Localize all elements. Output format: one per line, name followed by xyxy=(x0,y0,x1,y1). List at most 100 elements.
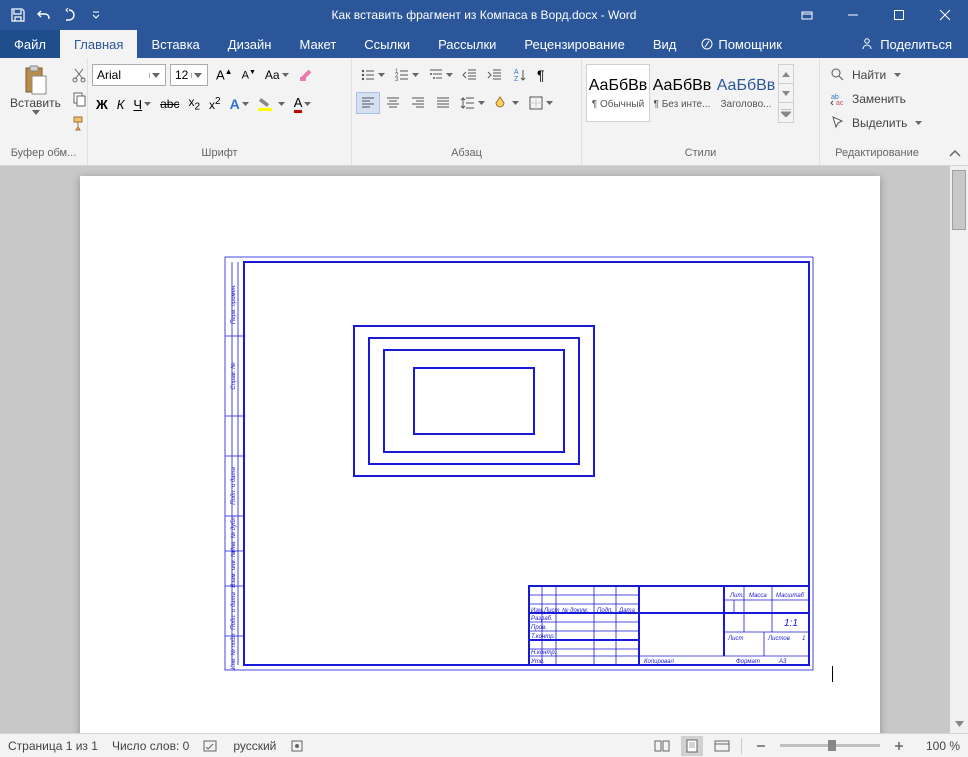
web-layout-button[interactable] xyxy=(711,736,733,756)
borders-button[interactable] xyxy=(524,92,557,114)
shading-button[interactable] xyxy=(490,92,523,114)
italic-button[interactable]: К xyxy=(113,94,129,115)
align-left-button[interactable] xyxy=(356,92,380,114)
maximize-button[interactable] xyxy=(876,0,922,30)
style-no-spacing[interactable]: АаБбВв¶ Без инте... xyxy=(650,64,714,122)
svg-text:Масштаб: Масштаб xyxy=(776,593,805,599)
subscript-button[interactable]: x2 xyxy=(184,92,204,115)
shrink-font-button[interactable]: A▼ xyxy=(238,66,260,85)
font-name-combo[interactable]: Arial xyxy=(92,64,166,86)
scroll-down-button[interactable] xyxy=(950,715,968,733)
svg-text:Изм.: Изм. xyxy=(531,608,544,614)
align-right-button[interactable] xyxy=(406,92,430,114)
tab-file[interactable]: Файл xyxy=(0,30,60,58)
font-size-combo[interactable]: 12 xyxy=(170,64,208,86)
svg-text:1: 1 xyxy=(802,636,805,642)
embedded-cad-object[interactable]: Перв. примен. Справ. № Подп. и дата Инв.… xyxy=(224,256,814,671)
svg-text:Листов: Листов xyxy=(767,636,790,642)
scroll-thumb[interactable] xyxy=(952,170,966,230)
tell-me[interactable]: Помощник xyxy=(690,30,792,58)
read-mode-button[interactable] xyxy=(651,736,673,756)
svg-text:Масса: Масса xyxy=(749,593,767,599)
styles-scroll-up[interactable] xyxy=(779,65,793,84)
select-button[interactable]: Выделить xyxy=(824,112,928,134)
style-normal[interactable]: АаБбВв¶ Обычный xyxy=(586,64,650,122)
svg-text:Разраб.: Разраб. xyxy=(531,616,553,622)
svg-text:Инв. № дубл.: Инв. № дубл. xyxy=(230,516,237,553)
page: Перв. примен. Справ. № Подп. и дата Инв.… xyxy=(80,176,880,733)
group-editing-label: Редактирование xyxy=(824,147,930,165)
document-canvas[interactable]: Перв. примен. Справ. № Подп. и дата Инв.… xyxy=(0,166,968,733)
styles-scroll-down[interactable] xyxy=(779,84,793,103)
replace-button[interactable]: abac Заменить xyxy=(824,88,912,110)
styles-expand[interactable] xyxy=(779,103,793,122)
strikethrough-button[interactable]: abc xyxy=(156,94,183,114)
underline-button[interactable]: Ч xyxy=(129,94,155,115)
multilevel-list-button[interactable] xyxy=(424,64,457,86)
tab-design[interactable]: Дизайн xyxy=(214,30,286,58)
svg-text:Н.контр.: Н.контр. xyxy=(531,650,556,656)
window-title: Как вставить фрагмент из Компаса в Ворд.… xyxy=(332,8,637,22)
bold-button[interactable]: Ж xyxy=(92,94,112,115)
svg-text:Лит.: Лит. xyxy=(729,593,744,599)
undo-button[interactable] xyxy=(32,3,56,27)
page-status[interactable]: Страница 1 из 1 xyxy=(8,739,98,753)
tab-review[interactable]: Рецензирование xyxy=(510,30,638,58)
zoom-in-button[interactable] xyxy=(888,736,910,756)
tab-mailings[interactable]: Рассылки xyxy=(424,30,510,58)
align-center-button[interactable] xyxy=(381,92,405,114)
group-font-label: Шрифт xyxy=(92,147,347,165)
svg-text:Утв.: Утв. xyxy=(530,659,545,665)
increase-indent-button[interactable] xyxy=(483,64,507,86)
paste-button[interactable]: Вставить xyxy=(4,60,67,119)
decrease-indent-button[interactable] xyxy=(458,64,482,86)
zoom-out-button[interactable] xyxy=(750,736,772,756)
tab-insert[interactable]: Вставка xyxy=(137,30,213,58)
show-marks-button[interactable]: ¶ xyxy=(533,64,549,86)
justify-button[interactable] xyxy=(431,92,455,114)
proofing-icon[interactable] xyxy=(203,739,219,753)
tab-references[interactable]: Ссылки xyxy=(350,30,424,58)
svg-text:ac: ac xyxy=(836,100,844,107)
vertical-scrollbar[interactable] xyxy=(950,166,968,733)
find-button[interactable]: Найти xyxy=(824,64,907,86)
svg-text:Т.контр.: Т.контр. xyxy=(531,634,555,640)
bullets-button[interactable] xyxy=(356,64,389,86)
svg-text:Инв. № подл.: Инв. № подл. xyxy=(230,632,237,669)
svg-text:Подп. и дата: Подп. и дата xyxy=(231,592,237,630)
superscript-button[interactable]: x2 xyxy=(205,93,225,115)
collapse-ribbon-button[interactable] xyxy=(948,147,962,161)
svg-text:Пров.: Пров. xyxy=(531,625,547,631)
tab-home[interactable]: Главная xyxy=(60,30,137,58)
minimize-button[interactable] xyxy=(830,0,876,30)
share-button[interactable]: Поделиться xyxy=(844,30,968,58)
highlight-button[interactable] xyxy=(254,93,289,115)
text-effects-button[interactable]: A xyxy=(226,93,253,115)
close-button[interactable] xyxy=(922,0,968,30)
print-layout-button[interactable] xyxy=(681,736,703,756)
macro-icon[interactable] xyxy=(290,739,304,753)
svg-text:Лист: Лист xyxy=(727,636,743,642)
svg-text:Дата: Дата xyxy=(618,608,635,614)
sort-button[interactable]: AZ xyxy=(508,64,532,86)
word-count[interactable]: Число слов: 0 xyxy=(112,739,189,753)
tab-view[interactable]: Вид xyxy=(639,30,691,58)
zoom-level[interactable]: 100 % xyxy=(918,739,960,753)
svg-text:1:1: 1:1 xyxy=(784,618,798,629)
grow-font-button[interactable]: A▲ xyxy=(212,64,237,85)
text-cursor xyxy=(832,666,833,682)
style-heading1[interactable]: АаБбВвЗаголово... xyxy=(714,64,778,122)
font-color-button[interactable]: A xyxy=(290,92,316,116)
language-status[interactable]: русский xyxy=(233,739,276,753)
svg-text:А3: А3 xyxy=(778,659,787,665)
save-button[interactable] xyxy=(6,3,30,27)
change-case-button[interactable]: Aa xyxy=(261,65,293,85)
tab-layout[interactable]: Макет xyxy=(285,30,350,58)
zoom-slider[interactable] xyxy=(780,744,880,747)
qat-customize[interactable] xyxy=(84,3,108,27)
redo-button[interactable] xyxy=(58,3,82,27)
line-spacing-button[interactable] xyxy=(456,92,489,114)
clear-formatting-button[interactable] xyxy=(294,64,318,86)
numbering-button[interactable]: 123 xyxy=(390,64,423,86)
ribbon-display-options[interactable] xyxy=(784,0,830,30)
